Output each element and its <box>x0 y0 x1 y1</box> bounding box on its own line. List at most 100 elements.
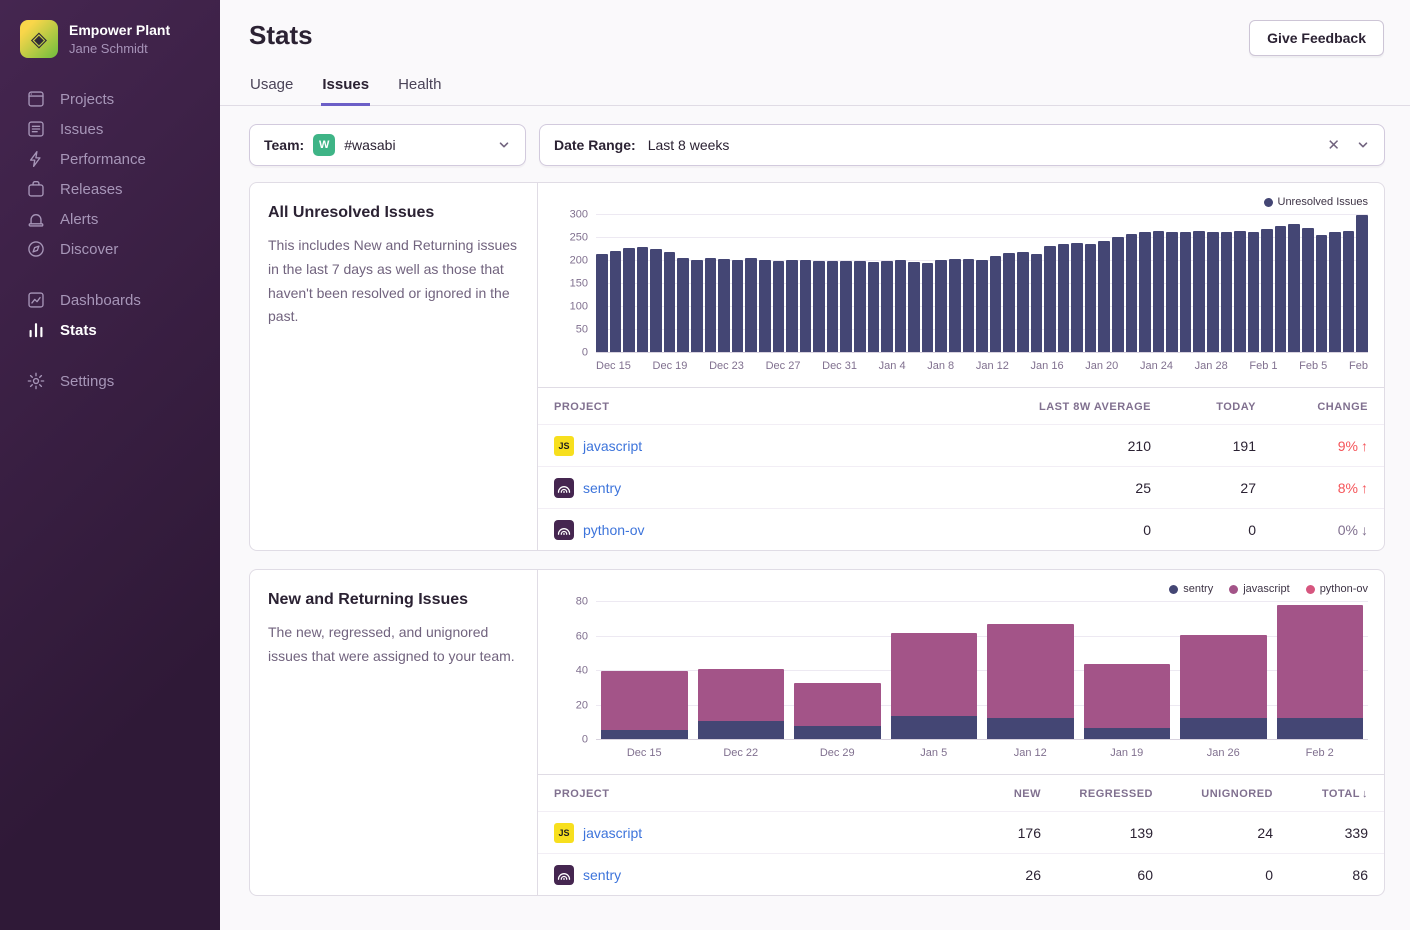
table-row: python-ov 0 0 0%↓ <box>538 508 1384 550</box>
project-link[interactable]: javascript <box>583 825 642 841</box>
performance-icon <box>27 150 45 168</box>
page-header: Stats Give Feedback <box>220 0 1410 56</box>
stacked-bar-column <box>789 602 886 740</box>
stacked-bar-column <box>1272 602 1369 740</box>
project-cell: JS javascript <box>554 823 911 843</box>
column-header: Project <box>554 401 981 413</box>
project-link[interactable]: python-ov <box>583 522 644 538</box>
sentry-segment <box>891 716 978 740</box>
unresolved-bar <box>1044 246 1056 353</box>
unresolved-bar <box>596 254 608 353</box>
unresolved-bar <box>650 249 662 353</box>
unresolved-chart[interactable]: Unresolved Issues 050100150200250300 Dec… <box>538 183 1384 379</box>
project-link[interactable]: javascript <box>583 438 642 454</box>
chart-row: 020406080 <box>554 602 1368 740</box>
sidebar-item-issues[interactable]: Issues <box>0 114 220 144</box>
team-select-value: #wasabi <box>344 137 395 153</box>
sidebar-item-settings[interactable]: Settings <box>0 366 220 396</box>
table-row: sentry 26 60 0 86 <box>538 853 1384 895</box>
unresolved-bar <box>1058 244 1070 353</box>
legend-label: python-ov <box>1320 583 1368 595</box>
dashboards-icon <box>27 291 45 309</box>
unresolved-bar <box>1343 231 1355 353</box>
project-link[interactable]: sentry <box>583 867 621 883</box>
sidebar-item-label: Dashboards <box>60 292 141 309</box>
unresolved-bar <box>623 248 635 353</box>
arrow-up-icon: ↑ <box>1361 438 1368 454</box>
unresolved-bar <box>949 259 961 353</box>
sentry-platform-icon <box>554 520 574 540</box>
unresolved-bar <box>990 256 1002 353</box>
unresolved-bar <box>786 260 798 353</box>
column-header: Change <box>1256 401 1368 413</box>
arrow-down-icon: ↓ <box>1361 522 1368 538</box>
new-returning-panel-info: New and Returning Issues The new, regres… <box>250 570 538 895</box>
projects-icon <box>27 90 45 108</box>
newreturning-chart-plot <box>596 602 1368 740</box>
unresolved-bar <box>1261 229 1273 353</box>
project-cell: JS javascript <box>554 436 981 456</box>
project-link[interactable]: sentry <box>583 480 621 496</box>
give-feedback-button[interactable]: Give Feedback <box>1249 20 1384 56</box>
x-tick-label: Feb 1 <box>1249 360 1277 372</box>
column-header-total[interactable]: Total↓ <box>1273 788 1368 800</box>
x-tick-label: Jan 8 <box>927 360 954 372</box>
unresolved-bar <box>854 261 866 353</box>
y-tick-label: 250 <box>570 233 588 244</box>
new-returning-chart[interactable]: sentry javascript python-ov 020406080 De… <box>538 570 1384 766</box>
project-cell: sentry <box>554 865 911 885</box>
sidebar-item-releases[interactable]: Releases <box>0 174 220 204</box>
alerts-icon <box>27 210 45 228</box>
unresolved-bar <box>677 258 689 353</box>
y-tick-label: 0 <box>582 348 588 359</box>
unresolved-bar <box>963 259 975 353</box>
unresolved-bar <box>1180 232 1192 353</box>
y-tick-label: 60 <box>576 631 588 642</box>
sidebar-item-stats[interactable]: Stats <box>0 315 220 345</box>
unresolved-bar <box>895 260 907 353</box>
stacked-bar-column <box>693 602 790 740</box>
sidebar-item-label: Issues <box>60 121 103 138</box>
sidebar-item-alerts[interactable]: Alerts <box>0 204 220 234</box>
org-name: Empower Plant <box>69 22 170 39</box>
tab-issues[interactable]: Issues <box>321 76 370 106</box>
new-cell: 176 <box>911 825 1041 841</box>
tab-usage[interactable]: Usage <box>249 76 294 106</box>
unresolved-bar <box>881 261 893 353</box>
sidebar-item-dashboards[interactable]: Dashboards <box>0 285 220 315</box>
clear-icon[interactable]: ✕ <box>1327 138 1340 153</box>
newreturning-chart-yaxis: 020406080 <box>554 602 588 740</box>
javascript-segment <box>601 671 688 730</box>
unresolved-bar <box>1153 231 1165 353</box>
unresolved-bar <box>718 259 730 353</box>
tab-health[interactable]: Health <box>397 76 442 106</box>
date-range-select[interactable]: Date Range: Last 8 weeks ✕ <box>539 124 1385 166</box>
unresolved-bar <box>759 260 771 353</box>
sidebar-item-projects[interactable]: Projects <box>0 84 220 114</box>
panel-title: All Unresolved Issues <box>268 204 519 222</box>
legend-dot-icon <box>1229 585 1238 594</box>
sidebar-item-discover[interactable]: Discover <box>0 234 220 264</box>
team-select[interactable]: Team: W #wasabi <box>249 124 526 166</box>
unresolved-bar <box>1193 231 1205 353</box>
javascript-segment <box>987 624 1074 717</box>
unresolved-bar <box>868 262 880 353</box>
column-header: Unignored <box>1153 788 1273 800</box>
chevron-down-icon <box>1356 138 1370 152</box>
new-cell: 26 <box>911 867 1041 883</box>
unignored-cell: 0 <box>1153 867 1273 883</box>
legend-dot-icon <box>1306 585 1315 594</box>
table-row: sentry 25 27 8%↑ <box>538 466 1384 508</box>
team-select-label: Team: <box>264 137 304 153</box>
javascript-segment <box>1084 664 1171 728</box>
javascript-segment <box>1180 635 1267 718</box>
y-tick-label: 0 <box>582 735 588 746</box>
project-cell: sentry <box>554 478 981 498</box>
sentry-platform-icon <box>554 865 574 885</box>
legend-label: javascript <box>1243 583 1289 595</box>
org-switcher[interactable]: ◈ Empower Plant Jane Schmidt <box>0 0 220 58</box>
unresolved-bar <box>705 258 717 353</box>
panel-description: This includes New and Returning issues i… <box>268 234 519 329</box>
sidebar-item-performance[interactable]: Performance <box>0 144 220 174</box>
x-tick-label: Feb 2 <box>1272 747 1369 759</box>
